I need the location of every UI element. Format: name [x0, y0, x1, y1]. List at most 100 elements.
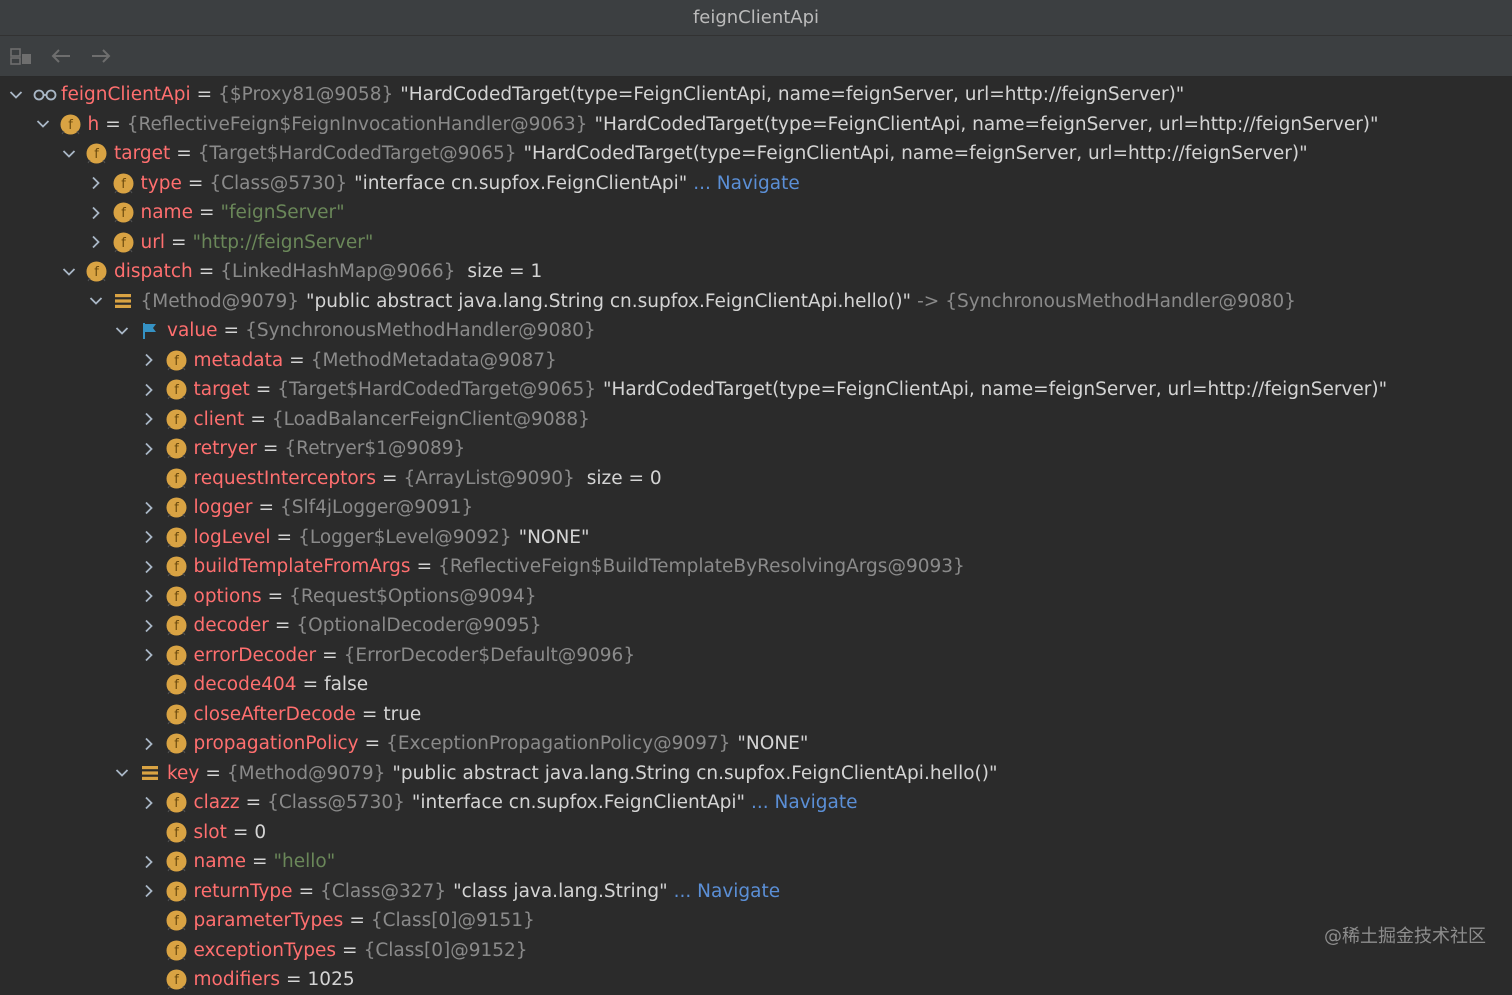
expand-chevron-icon[interactable]: [139, 557, 159, 577]
expand-chevron-icon[interactable]: [139, 852, 159, 872]
collapse-chevron-icon[interactable]: [86, 291, 106, 311]
tree-row[interactable]: f buildTemplateFromArgs = {ReflectiveFeign$…: [0, 552, 1512, 582]
tree-row[interactable]: f metadata = {MethodMetadata@9087}: [0, 346, 1512, 376]
watermark: @稀土掘金技术社区: [1324, 926, 1486, 947]
collapse-chevron-icon[interactable]: [112, 321, 132, 341]
expand-chevron-icon[interactable]: [139, 527, 159, 547]
forward-arrow-icon[interactable]: [88, 43, 114, 69]
primitive-value: 1025: [307, 969, 355, 991]
tree-row[interactable]: f target = {Target$HardCodedTarget@9065} "Ha…: [0, 375, 1512, 405]
tree-row[interactable]: f clazz = {Class@5730} "interface cn.supfox.…: [0, 788, 1512, 818]
equals-sign: =: [289, 349, 305, 371]
tree-row[interactable]: f errorDecoder = {ErrorDecoder$Default@9096…: [0, 641, 1512, 671]
field-icon: f: [86, 261, 107, 282]
variable-text: modifiers = 1025: [194, 965, 355, 994]
tree-row[interactable]: f returnType = {Class@327} "class java.lang.…: [0, 877, 1512, 907]
tree-row[interactable]: f slot = 0: [0, 818, 1512, 848]
object-reference: {Logger$Level@9092}: [298, 526, 512, 548]
svg-text:f: f: [174, 737, 179, 752]
collapse-chevron-icon[interactable]: [33, 114, 53, 134]
expand-chevron-icon[interactable]: [86, 203, 106, 223]
expand-chevron-icon[interactable]: [139, 498, 159, 518]
expand-chevron-icon[interactable]: [139, 645, 159, 665]
tree-row[interactable]: value = {SynchronousMethodHandler@9080}: [0, 316, 1512, 346]
tree-row[interactable]: f target = {Target$HardCodedTarget@9065} "Ha…: [0, 139, 1512, 169]
tree-row[interactable]: f client = {LoadBalancerFeignClient@9088}: [0, 405, 1512, 435]
field-icon: f: [166, 910, 187, 931]
variable-name: decode404: [193, 674, 297, 696]
tree-row[interactable]: f name = "feignServer": [0, 198, 1512, 228]
variable-text: returnType = {Class@327} "class java.lang.S…: [194, 877, 781, 906]
tree-row[interactable]: f propagationPolicy = {ExceptionPropagation…: [0, 729, 1512, 759]
expand-chevron-icon[interactable]: [139, 793, 159, 813]
tree-row[interactable]: f type = {Class@5730} "interface cn.supfox.F…: [0, 169, 1512, 199]
tree-row[interactable]: f url = "http://feignServer": [0, 228, 1512, 258]
tree-row[interactable]: f decode404 = false: [0, 670, 1512, 700]
variable-name: returnType: [193, 880, 293, 902]
tree-row[interactable]: f requestInterceptors = {ArrayList@9090} siz…: [0, 464, 1512, 494]
field-icon: f: [166, 350, 187, 371]
layout-icon[interactable]: [8, 43, 34, 69]
expand-chevron-icon[interactable]: [139, 616, 159, 636]
collapse-chevron-icon[interactable]: [6, 85, 26, 105]
collapse-chevron-icon[interactable]: [112, 763, 132, 783]
equals-sign: =: [245, 792, 262, 814]
field-icon: f: [166, 409, 187, 430]
object-reference: {SynchronousMethodHandler@9080}: [245, 320, 596, 342]
tree-row[interactable]: feignClientApi = {$Proxy81@9058} "HardCoded…: [0, 80, 1512, 110]
variable-name: propagationPolicy: [193, 733, 359, 755]
svg-text:f: f: [174, 354, 179, 369]
object-reference: {Method@9079}: [140, 290, 300, 312]
tree-row[interactable]: f options = {Request$Options@9094}: [0, 582, 1512, 612]
navigate-link[interactable]: ... Navigate: [751, 792, 858, 813]
equals-sign: =: [286, 969, 302, 991]
object-reference: {Target$HardCodedTarget@9065}: [277, 379, 597, 401]
object-reference: {Retryer$1@9089}: [284, 438, 466, 460]
back-arrow-icon[interactable]: [48, 43, 74, 69]
watch-glasses-icon: [33, 84, 57, 105]
expand-chevron-icon[interactable]: [139, 350, 159, 370]
equals-sign: =: [267, 585, 284, 607]
variable-text: name = "hello": [194, 847, 336, 876]
tree-row[interactable]: f parameterTypes = {Class[0]@9151}: [0, 906, 1512, 936]
tree-row[interactable]: f name = "hello": [0, 847, 1512, 877]
expand-chevron-icon[interactable]: [139, 881, 159, 901]
field-icon: f: [166, 822, 187, 843]
primitive-value: 0: [254, 821, 267, 843]
field-icon: f: [166, 497, 187, 518]
expand-chevron-icon[interactable]: [139, 409, 159, 429]
collapse-chevron-icon[interactable]: [59, 144, 79, 164]
equals-sign: =: [274, 615, 291, 637]
variable-text: type = {Class@5730} "interface cn.supfox.Fe…: [141, 169, 800, 198]
expand-chevron-icon[interactable]: [139, 380, 159, 400]
tree-row[interactable]: key = {Method@9079} "public abstract java.l…: [0, 759, 1512, 789]
tree-row[interactable]: f modifiers = 1025: [0, 965, 1512, 995]
collapse-chevron-icon[interactable]: [59, 262, 79, 282]
tree-row[interactable]: f exceptionTypes = {Class[0]@9152}: [0, 936, 1512, 966]
expand-chevron-icon[interactable]: [86, 232, 106, 252]
tree-row[interactable]: f closeAfterDecode = true: [0, 700, 1512, 730]
tree-row[interactable]: f dispatch = {LinkedHashMap@9066} size = 1: [0, 257, 1512, 287]
tree-row[interactable]: f decoder = {OptionalDecoder@9095}: [0, 611, 1512, 641]
size-label: size = 0: [586, 467, 662, 489]
field-icon: f: [166, 586, 187, 607]
object-reference: {Class@5730}: [209, 172, 348, 194]
tree-row[interactable]: f logger = {Slf4jLogger@9091}: [0, 493, 1512, 523]
svg-text:f: f: [174, 678, 179, 693]
flag-icon: [139, 320, 160, 341]
expand-chevron-icon[interactable]: [139, 586, 159, 606]
tree-row[interactable]: f retryer = {Retryer$1@9089}: [0, 434, 1512, 464]
field-icon: f: [166, 468, 187, 489]
variable-text: errorDecoder = {ErrorDecoder$Default@9096}: [194, 641, 636, 670]
navigate-link[interactable]: ... Navigate: [693, 173, 800, 194]
expand-chevron-icon[interactable]: [139, 439, 159, 459]
tree-row[interactable]: f logLevel = {Logger$Level@9092} "NONE": [0, 523, 1512, 553]
expand-chevron-icon[interactable]: [139, 734, 159, 754]
tree-row[interactable]: {Method@9079} "public abstract java.lang.…: [0, 287, 1512, 317]
object-reference: {$Proxy81@9058}: [218, 84, 394, 106]
navigate-link[interactable]: ... Navigate: [674, 881, 781, 902]
to-string-value: "public abstract java.lang.String cn.sup…: [306, 290, 912, 312]
expand-chevron-icon[interactable]: [86, 173, 106, 193]
tree-row[interactable]: f h = {ReflectiveFeign$FeignInvocationHandl…: [0, 110, 1512, 140]
variable-name: decoder: [193, 615, 269, 637]
